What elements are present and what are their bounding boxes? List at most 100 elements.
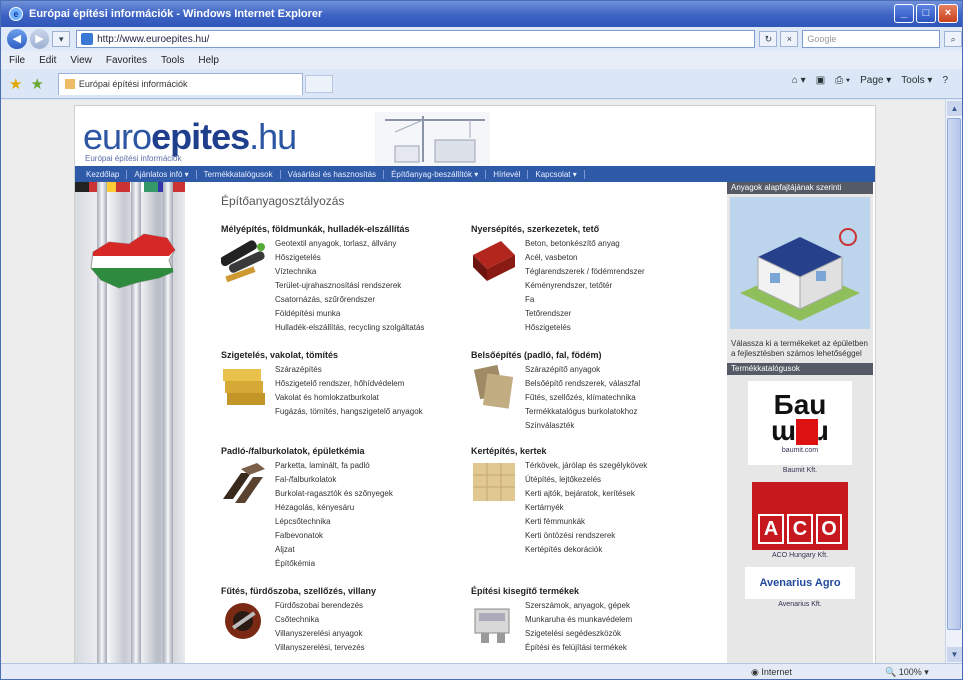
category-item[interactable]: Geotextil anyagok, torlasz, állvány <box>275 237 424 251</box>
history-dropdown-icon[interactable]: ▾ <box>52 31 71 47</box>
category-item[interactable]: Kertárnyék <box>525 501 647 515</box>
menu-file[interactable]: File <box>9 55 25 66</box>
category-item[interactable]: Termékkatalógus burkolatokhoz <box>525 405 640 419</box>
print-icon[interactable]: ⎙ ▾ <box>835 75 850 86</box>
category-item[interactable]: Hőszigetelő rendszer, hőhídvédelem <box>275 377 423 391</box>
category-title[interactable]: Kertépítés, kertek <box>471 446 721 456</box>
category-item[interactable]: Hőszigetelés <box>525 321 645 335</box>
refresh-icon[interactable]: ↻ <box>759 31 778 47</box>
category-item[interactable]: Burkolat-ragasztók és szőnyegek <box>275 487 393 501</box>
brand-link[interactable]: ACO Hungary Kft. <box>727 552 873 559</box>
category-item[interactable]: Villanyszerelési anyagok <box>275 627 365 641</box>
nav-contact[interactable]: Kapcsolat ▾ <box>528 169 585 179</box>
category-title[interactable]: Szigetelés, vakolat, tömítés <box>221 350 471 360</box>
category-item[interactable]: Kerti ajtók, bejáratok, kerítések <box>525 487 647 501</box>
menu-tools[interactable]: Tools <box>161 55 184 66</box>
tools-menu[interactable]: Tools ▾ <box>901 75 932 86</box>
brand-link[interactable]: Avenarius Kft. <box>727 601 873 608</box>
category-item[interactable]: Munkaruha és munkavédelem <box>525 613 632 627</box>
nav-purchase[interactable]: Vásárlási és hasznosítás <box>281 169 385 179</box>
scroll-thumb[interactable] <box>947 118 961 630</box>
add-favorite-icon[interactable]: ★ <box>30 75 43 93</box>
page-menu[interactable]: Page ▾ <box>860 75 891 86</box>
scroll-down-icon[interactable]: ▼ <box>947 647 962 662</box>
category-item[interactable]: Víztechnika <box>275 265 424 279</box>
site-logo[interactable]: euroepites.hu <box>83 116 297 158</box>
feeds-icon[interactable]: ▣ <box>816 75 825 86</box>
category-item[interactable]: Parketta, laminált, fa padló <box>275 459 393 473</box>
avenarius-logo[interactable]: Avenarius Agro <box>745 567 855 599</box>
new-tab-button[interactable] <box>304 74 333 93</box>
category-item[interactable]: Csatornázás, szűrőrendszer <box>275 293 424 307</box>
category-item[interactable]: Fürdőszobai berendezés <box>275 599 365 613</box>
category-item[interactable]: Építési és felújítási termékek <box>525 641 632 655</box>
menu-help[interactable]: Help <box>198 55 219 66</box>
nav-home[interactable]: Kezdőlap <box>79 169 128 179</box>
back-button[interactable]: ◀ <box>7 29 27 49</box>
tab-active[interactable]: Európai építési információk <box>57 72 303 95</box>
category-item[interactable]: Hulladék-elszállítás, recycling szolgált… <box>275 321 424 335</box>
close-button[interactable]: × <box>938 4 958 23</box>
category-item[interactable]: Fugázás, tömítés, hangszigetelő anyagok <box>275 405 423 419</box>
category-item[interactable]: Villanyszerelési, tervezés <box>275 641 365 655</box>
category-item[interactable]: Fa <box>525 293 645 307</box>
category-item[interactable]: Szárazépítő anyagok <box>525 363 640 377</box>
category-item[interactable]: Fal-/falburkolatok <box>275 473 393 487</box>
favorites-star-icon[interactable]: ★ <box>9 75 22 93</box>
category-item[interactable]: Vakolat és homlokzatburkolat <box>275 391 423 405</box>
category-item[interactable]: Belsőépítő rendszerek, válaszfal <box>525 377 640 391</box>
category-item[interactable]: Acél, vasbeton <box>525 251 645 265</box>
nav-info[interactable]: Ajánlatos infó ▾ <box>127 169 197 179</box>
aco-logo[interactable]: ACO <box>752 482 848 550</box>
category-item[interactable]: Kerti fémmunkák <box>525 515 647 529</box>
category-item[interactable]: Földépítési munka <box>275 307 424 321</box>
nav-suppliers[interactable]: Építőanyag-beszállítók ▾ <box>384 169 487 179</box>
forward-button[interactable]: ▶ <box>29 29 50 49</box>
category-item[interactable]: Beton, betonkészítő anyag <box>525 237 645 251</box>
baumit-logo[interactable]: Ƃau ɯ ɹ baumit.com <box>748 381 852 465</box>
category-item[interactable]: Hézagolás, kényesáru <box>275 501 393 515</box>
category-item[interactable]: Lépcsőtechnika <box>275 515 393 529</box>
search-icon[interactable]: ⌕ <box>944 31 962 47</box>
category-item[interactable]: Hőszigetelés <box>275 251 424 265</box>
category-title[interactable]: Nyersépítés, szerkezetek, tető <box>471 224 721 234</box>
category-item[interactable]: Terület-ujrahasznosítási rendszerek <box>275 279 424 293</box>
category-item[interactable]: Kertépítés dekorációk <box>525 543 647 557</box>
zoom-level[interactable]: 🔍 100% ▾ <box>885 667 929 678</box>
category-item[interactable]: Útépítés, lejtőkezelés <box>525 473 647 487</box>
vertical-scrollbar[interactable]: ▲ ▼ <box>945 100 962 663</box>
scroll-up-icon[interactable]: ▲ <box>947 101 962 116</box>
category-item[interactable]: Aljzat <box>275 543 393 557</box>
help-icon[interactable]: ? <box>942 75 948 86</box>
maximize-button[interactable]: □ <box>916 4 936 23</box>
category-title[interactable]: Padló-/falburkolatok, épületkémia <box>221 446 471 456</box>
category-title[interactable]: Mélyépítés, földmunkák, hulladék-elszáll… <box>221 224 471 234</box>
menu-view[interactable]: View <box>70 55 92 66</box>
category-item[interactable]: Fűtés, szellőzés, klímatechnika <box>525 391 640 405</box>
category-item[interactable]: Téglarendszerek / födémrendszer <box>525 265 645 279</box>
category-item[interactable]: Szigetelési segédeszközök <box>525 627 632 641</box>
category-item[interactable]: Szárazépítés <box>275 363 423 377</box>
category-item[interactable]: Kerti öntözési rendszerek <box>525 529 647 543</box>
brand-link[interactable]: Baumit Kft. <box>727 467 873 474</box>
category-title[interactable]: Építési kisegítő termékek <box>471 586 721 596</box>
category-item[interactable]: Színválaszték <box>525 419 640 433</box>
category-title[interactable]: Fűtés, fürdőszoba, szellőzés, villany <box>221 586 471 596</box>
category-item[interactable]: Építőkémia <box>275 557 393 571</box>
address-bar[interactable]: http://www.euroepites.hu/ <box>76 30 756 48</box>
category-title[interactable]: Belsőépítés (padló, fal, födém) <box>471 350 721 360</box>
minimize-button[interactable]: _ <box>894 4 914 23</box>
category-item[interactable]: Csőtechnika <box>275 613 365 627</box>
nav-newsletter[interactable]: Hírlevél <box>486 169 529 179</box>
category-item[interactable]: Térkövek, járólap és szegélykövek <box>525 459 647 473</box>
house-illustration[interactable] <box>730 197 870 329</box>
category-item[interactable]: Kéményrendszer, tetőtér <box>525 279 645 293</box>
category-item[interactable]: Szerszámok, anyagok, gépek <box>525 599 632 613</box>
stop-icon[interactable]: × <box>780 31 799 47</box>
home-icon[interactable]: ⌂ ▾ <box>792 75 806 86</box>
search-input[interactable]: Google <box>802 30 941 48</box>
menu-edit[interactable]: Edit <box>39 55 56 66</box>
menu-favorites[interactable]: Favorites <box>106 55 147 66</box>
category-item[interactable]: Falbevonatok <box>275 529 393 543</box>
nav-catalogs[interactable]: Termékkatalógusok <box>197 169 281 179</box>
